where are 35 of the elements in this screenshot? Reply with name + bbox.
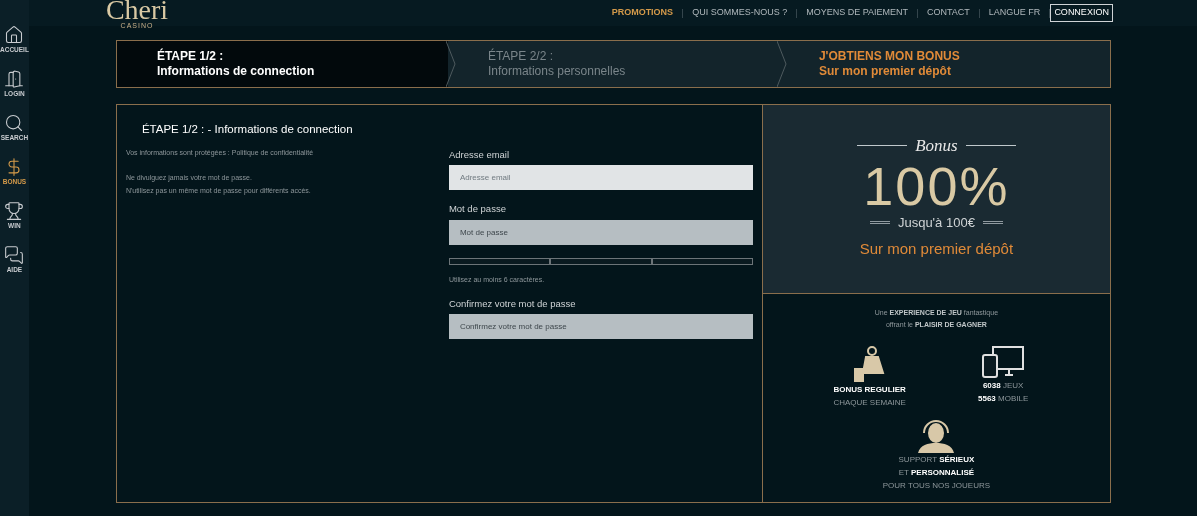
field-label: Confirmez votre mot de passe [448,297,577,311]
input-field[interactable]: Confirmez votre mot de passe [448,314,753,340]
nav-link[interactable]: MOYENS DE PAIEMENT [806,6,908,20]
nav-link[interactable]: QUI SOMMES-NOUS ? [692,6,788,20]
search-icon [4,113,25,133]
input-field[interactable]: Mot de passe [448,219,753,245]
bonus-caption: Sur mon premier dépôt [859,239,1014,259]
bonus-limit: Jusqu'à 100€ [897,213,975,232]
trophy-icon [4,201,25,221]
door-icon [4,69,25,89]
feature-text: ET PERSONNALISÉ [898,467,975,479]
feature-text: 5563 MOBILE [978,393,1029,405]
bonus-script: Bonus [915,135,958,157]
step: J'OBTIENS MON BONUS Sur mon premier dépôt [778,41,1110,87]
form-heading: ÉTAPE 1/2 : - Informations de connection [140,122,354,137]
feature-text: 6038 JEUX [982,380,1024,392]
feature-text: BONUS REGULIER [833,384,906,396]
feature-text: SUPPORT SÉRIEUX [898,454,975,466]
nav-link[interactable]: CONTACT [927,6,970,20]
field-label: Adresse email [448,148,511,162]
bonus-percentage: 100% [863,158,1010,213]
step-separator [445,41,456,87]
step-separator [776,41,787,87]
money-bag-icon [852,345,887,383]
nav-link[interactable]: LANGUE FR [988,6,1041,20]
field-label: Mot de passe [448,202,507,217]
nav-link[interactable]: PROMOTIONS [611,6,674,20]
home-icon [4,25,25,45]
support-agent-icon [916,417,957,453]
feature-text: POUR TOUS NOS JOUEURS [882,480,991,492]
feature-text: CHAQUE SEMAINE [833,397,906,409]
input-field[interactable]: Adresse email [448,165,753,191]
devices-icon [981,345,1026,379]
login-button[interactable]: CONNEXION [1050,4,1113,22]
chat-bubbles-icon [4,245,25,265]
